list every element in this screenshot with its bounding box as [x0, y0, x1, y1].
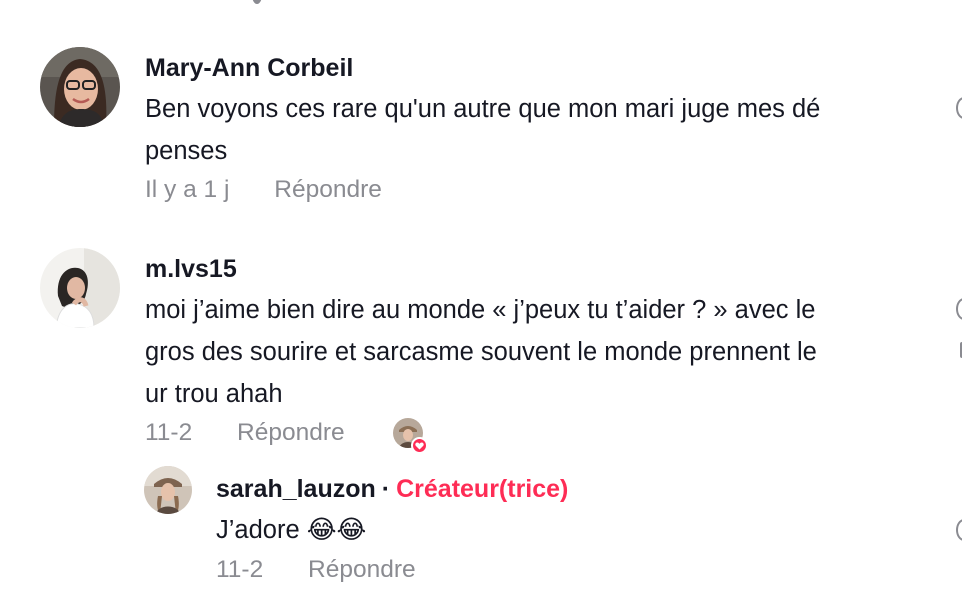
reply-item: sarah_lauzon · Créateur(trice) J’adore 😂😂 …: [0, 0, 962, 604]
heart-outline-icon[interactable]: [956, 519, 962, 541]
reply-text: J’adore 😂😂: [216, 516, 367, 544]
reply-meta: 11-2 Répondre: [216, 556, 416, 584]
reply-time: 11-2: [216, 556, 264, 583]
reply-button[interactable]: Répondre: [308, 556, 416, 584]
comments-panel: Mary-Ann Corbeil Ben voyons ces rare qu'…: [0, 0, 962, 604]
separator: ·: [381, 475, 391, 503]
reply-username[interactable]: sarah_lauzon: [216, 475, 376, 503]
avatar[interactable]: [144, 466, 192, 514]
reply-header: sarah_lauzon · Créateur(trice): [216, 475, 568, 504]
creator-badge: Créateur(trice): [396, 475, 569, 503]
